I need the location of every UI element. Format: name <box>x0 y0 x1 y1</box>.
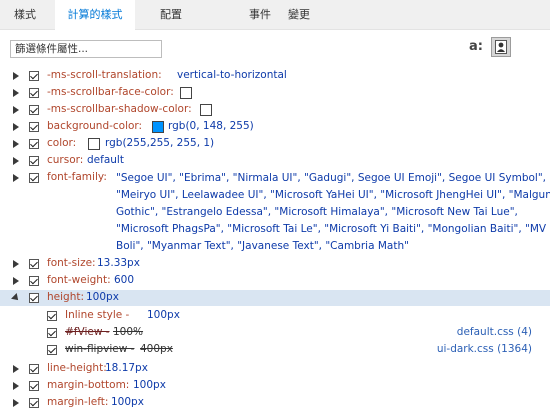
property-row[interactable]: margin-left: 100px <box>0 395 550 411</box>
property-row-selected[interactable]: height: 100px <box>0 290 550 306</box>
rule-source-link[interactable]: default.css (4) <box>457 326 532 338</box>
property-checkbox[interactable] <box>29 105 39 115</box>
property-name: font-family: <box>47 171 107 183</box>
rule-selector: Inline style - <box>65 309 130 321</box>
property-value: 100px <box>133 379 166 391</box>
property-checkbox[interactable] <box>29 293 39 303</box>
rule-row[interactable]: #fView - 100% default.css (4) <box>0 325 550 341</box>
rule-checkbox[interactable] <box>47 311 57 321</box>
property-name: -ms-scrollbar-shadow-color: <box>47 103 192 115</box>
property-name: font-weight: <box>47 274 111 286</box>
property-name: line-height: <box>47 362 107 374</box>
filter-properties-input[interactable]: 篩選條件屬性... <box>10 40 162 58</box>
property-row[interactable]: font-weight: 600 <box>0 273 550 289</box>
property-value: default <box>87 154 124 166</box>
expand-arrow-icon[interactable] <box>13 123 19 131</box>
expand-arrow-icon[interactable] <box>13 174 19 182</box>
property-checkbox[interactable] <box>29 156 39 166</box>
text-view-icon[interactable]: a: <box>466 37 486 57</box>
property-checkbox[interactable] <box>29 88 39 98</box>
property-value: 100px <box>111 396 144 408</box>
property-value: rgb(255,255, 255, 1) <box>105 137 215 149</box>
expand-arrow-icon[interactable] <box>13 382 19 390</box>
expand-arrow-icon[interactable] <box>13 399 19 407</box>
rule-value: 100% <box>113 326 144 338</box>
tab-computed-styles[interactable]: 計算的樣式 <box>55 0 135 31</box>
property-checkbox[interactable] <box>29 71 39 81</box>
tab-layout[interactable]: 配置 <box>146 0 196 30</box>
rule-checkbox[interactable] <box>47 328 57 338</box>
tab-bar: 樣式 計算的樣式 配置 事件 變更 <box>0 0 550 31</box>
property-name: height: <box>47 291 85 303</box>
property-value: rgb(0, 148, 255) <box>168 120 254 132</box>
property-row[interactable]: font-size: 13.33px <box>0 256 550 272</box>
color-swatch[interactable] <box>180 87 192 99</box>
rule-checkbox[interactable] <box>47 345 57 355</box>
rule-selector: #fView - <box>65 326 110 338</box>
property-row[interactable]: -ms-scroll-translation: vertical-to-hori… <box>0 68 550 84</box>
property-checkbox[interactable] <box>29 122 39 132</box>
font-family-value-line: "Segoe UI", "Ebrima", "Nirmala UI", "Gad… <box>116 172 547 184</box>
property-value: 18.17px <box>105 362 148 374</box>
property-row[interactable]: cursor: default <box>0 153 550 169</box>
rule-selector: win-flipview - <box>65 343 135 355</box>
expand-arrow-icon[interactable] <box>13 72 19 80</box>
expand-arrow-icon[interactable] <box>13 260 19 268</box>
tab-styles[interactable]: 樣式 <box>0 0 50 30</box>
expand-arrow-icon[interactable] <box>13 365 19 373</box>
property-checkbox[interactable] <box>29 173 39 183</box>
property-row[interactable]: line-height: 18.17px <box>0 361 550 377</box>
rule-row[interactable]: win-flipview - 400px ui-dark.css (1364) <box>0 342 550 358</box>
rule-value: 400px <box>140 343 173 355</box>
font-family-value-line: "Microsoft PhagsPa", "Microsoft Tai Le",… <box>116 223 547 235</box>
user-view-icon[interactable] <box>491 37 511 57</box>
property-checkbox[interactable] <box>29 276 39 286</box>
property-checkbox[interactable] <box>29 381 39 391</box>
font-family-value-line: Gothic", "Estrangelo Edessa", "Microsoft… <box>116 206 518 218</box>
rule-value: 100px <box>147 309 180 321</box>
property-name: -ms-scroll-translation: <box>47 69 162 81</box>
expand-arrow-icon[interactable] <box>13 277 19 285</box>
property-checkbox[interactable] <box>29 259 39 269</box>
expand-arrow-icon[interactable] <box>13 140 19 148</box>
property-row[interactable]: color: rgb(255,255, 255, 1) <box>0 136 550 152</box>
property-checkbox[interactable] <box>29 139 39 149</box>
expand-arrow-icon[interactable] <box>13 157 19 165</box>
property-row[interactable]: -ms-scrollbar-face-color: <box>0 85 550 101</box>
rule-row[interactable]: Inline style - 100px <box>0 308 550 324</box>
property-name: cursor: <box>47 154 84 166</box>
expand-arrow-icon[interactable] <box>13 89 19 97</box>
color-swatch[interactable] <box>152 121 164 133</box>
property-value: 13.33px <box>97 257 140 269</box>
collapse-arrow-icon[interactable] <box>11 293 21 303</box>
property-name: margin-left: <box>47 396 109 408</box>
property-checkbox[interactable] <box>29 364 39 374</box>
color-swatch[interactable] <box>200 104 212 116</box>
expand-arrow-icon[interactable] <box>13 106 19 114</box>
property-row[interactable]: margin-bottom: 100px <box>0 378 550 394</box>
property-name: margin-bottom: <box>47 379 130 391</box>
tab-changes[interactable]: 變更 <box>274 0 324 30</box>
font-family-value-line: "Meiryo UI", Leelawadee UI", "Microsoft … <box>116 189 550 201</box>
property-name: font-size: <box>47 257 96 269</box>
property-row[interactable]: background-color: rgb(0, 148, 255) <box>0 119 550 135</box>
rule-source-link[interactable]: ui-dark.css (1364) <box>437 343 532 355</box>
property-value: 600 <box>114 274 135 286</box>
font-family-value-line: Boli", "Myanmar Text", "Javanese Text", … <box>116 240 409 252</box>
property-name: -ms-scrollbar-face-color: <box>47 86 174 98</box>
property-value: 100px <box>86 291 119 303</box>
property-checkbox[interactable] <box>29 398 39 408</box>
property-row[interactable]: -ms-scrollbar-shadow-color: <box>0 102 550 118</box>
property-name: background-color: <box>47 120 143 132</box>
property-value: vertical-to-horizontal <box>177 69 287 81</box>
property-name: color: <box>47 137 77 149</box>
color-swatch[interactable] <box>88 138 100 150</box>
